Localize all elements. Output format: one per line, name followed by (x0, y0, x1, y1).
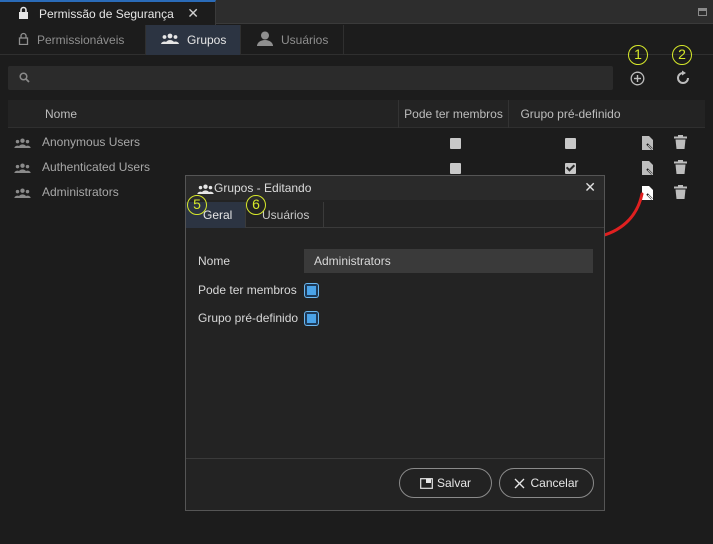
trash-icon[interactable] (674, 135, 687, 152)
save-button[interactable]: Salvar (399, 468, 492, 498)
window-tab-security[interactable]: Permissão de Segurança ✕ (0, 0, 216, 25)
group-name: Anonymous Users (42, 135, 141, 149)
annotation-marker: 2 (672, 45, 692, 65)
trash-icon[interactable] (674, 185, 687, 202)
group-name: Administrators (42, 185, 119, 199)
annotation-marker: 5 (187, 195, 207, 215)
edit-group-dialog: Grupos - Editando ✕ Geral Usuários 5 6 N… (185, 175, 605, 511)
table-header: Nome Pode ter membros Grupo pré-definido (8, 100, 705, 128)
save-icon (420, 477, 433, 489)
dialog-footer-divider (186, 458, 604, 459)
predefined-checkbox[interactable] (305, 312, 318, 325)
column-header-name[interactable]: Nome (45, 100, 77, 128)
users-group-icon (14, 187, 31, 201)
dialog-title: Grupos - Editando (214, 181, 312, 195)
can-have-members-checkbox[interactable] (305, 284, 318, 297)
close-dialog-button[interactable]: ✕ (584, 179, 596, 196)
name-field[interactable] (304, 249, 593, 273)
can-have-members-label: Pode ter membros (198, 283, 297, 297)
trash-icon[interactable] (674, 160, 687, 177)
close-tab-button[interactable]: ✕ (187, 5, 199, 22)
tab-label: Usuários (281, 33, 329, 47)
add-circle-icon[interactable] (630, 71, 645, 89)
tab-grupos[interactable]: Grupos (146, 25, 241, 55)
refresh-icon[interactable] (675, 70, 691, 89)
predefined-checkbox[interactable] (565, 138, 576, 149)
window-tab-strip: Permissão de Segurança ✕ (0, 0, 713, 25)
annotation-marker: 1 (628, 45, 648, 65)
user-icon (257, 31, 273, 49)
annotation-marker: 6 (246, 195, 266, 215)
search-icon (19, 72, 30, 86)
users-group-icon (14, 137, 31, 151)
padlock-icon (18, 6, 29, 22)
table-row[interactable]: Anonymous Users (8, 130, 705, 155)
group-name: Authenticated Users (42, 160, 151, 174)
padlock-outline-icon (18, 32, 29, 48)
tab-label: Permissionáveis (37, 33, 125, 47)
tab-usuarios[interactable]: Usuários (241, 25, 344, 55)
predefined-checkbox[interactable] (565, 163, 576, 174)
tab-permissionaveis[interactable]: Permissionáveis (0, 25, 146, 55)
can-have-members-checkbox[interactable] (450, 138, 461, 149)
users-group-icon (14, 162, 31, 176)
column-header-can-have-members[interactable]: Pode ter membros (398, 100, 508, 128)
edit-document-icon[interactable] (642, 161, 654, 178)
users-group-icon (161, 33, 179, 47)
predefined-label: Grupo pré-definido (198, 311, 299, 325)
cancel-label: Cancelar (530, 476, 579, 490)
name-label: Nome (198, 254, 231, 268)
window-tab-title: Permissão de Segurança (39, 6, 174, 21)
maximize-icon[interactable] (698, 8, 707, 16)
section-tabs: Permissionáveis Grupos Usuários (0, 25, 713, 55)
close-icon (514, 478, 525, 489)
can-have-members-checkbox[interactable] (450, 163, 461, 174)
save-label: Salvar (436, 476, 471, 490)
search-input[interactable] (38, 66, 598, 90)
column-header-predefined[interactable]: Grupo pré-definido (508, 100, 632, 128)
edit-document-icon[interactable] (642, 136, 654, 153)
search-bar (8, 66, 613, 90)
tab-label: Grupos (187, 33, 227, 47)
cancel-button[interactable]: Cancelar (499, 468, 594, 498)
